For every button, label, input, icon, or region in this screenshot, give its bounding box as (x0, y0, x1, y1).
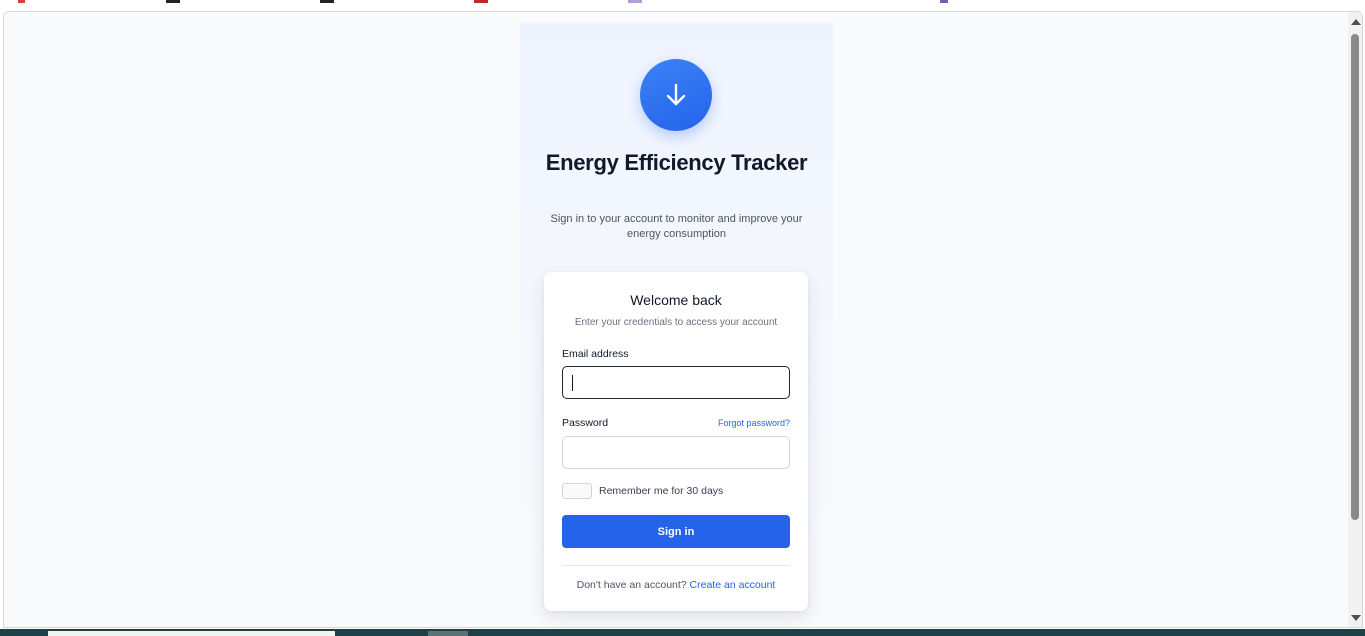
tab-favicon[interactable] (628, 0, 642, 3)
arrow-down-icon (666, 83, 686, 106)
tab-favicon[interactable] (940, 0, 948, 3)
tab-favicon[interactable] (166, 0, 180, 3)
card-title: Welcome back (630, 292, 722, 308)
password-label: Password (562, 417, 609, 429)
browser-tab-strip (0, 0, 1365, 11)
create-account-link[interactable]: Create an account (690, 579, 776, 591)
vertical-scrollbar[interactable] (1348, 12, 1362, 627)
scroll-down-icon[interactable] (1351, 615, 1361, 621)
remember-me-label[interactable]: Remember me for 30 days (599, 485, 723, 497)
forgot-password-link[interactable]: Forgot password? (718, 418, 790, 428)
login-column: Energy Efficiency Tracker Sign in to you… (520, 23, 833, 627)
password-field[interactable] (562, 436, 790, 469)
taskbar-item[interactable] (48, 631, 335, 636)
text-caret (572, 375, 573, 391)
browser-viewport: Energy Efficiency Tracker Sign in to you… (3, 11, 1363, 628)
login-card: Welcome back Enter your credentials to a… (544, 272, 808, 611)
card-subtitle: Enter your credentials to access your ac… (574, 317, 778, 328)
tab-favicon[interactable] (18, 0, 25, 3)
app-title: Energy Efficiency Tracker (545, 150, 808, 175)
taskbar-item[interactable] (428, 631, 468, 636)
login-page: Energy Efficiency Tracker Sign in to you… (4, 12, 1350, 627)
taskbar (0, 629, 1365, 636)
divider (562, 565, 790, 566)
tab-favicon[interactable] (320, 0, 334, 3)
signup-prompt: Don't have an account? Create an account (544, 579, 808, 591)
signup-prompt-text: Don't have an account? (576, 579, 687, 591)
scroll-up-icon[interactable] (1351, 19, 1361, 25)
sign-in-button[interactable]: Sign in (562, 515, 790, 548)
email-label: Email address (562, 348, 629, 360)
scroll-thumb[interactable] (1351, 34, 1359, 520)
app-subtitle: Sign in to your account to monitor and i… (550, 213, 803, 240)
tab-favicon[interactable] (474, 0, 488, 3)
app-logo (640, 59, 712, 131)
email-field[interactable] (562, 366, 790, 399)
remember-me-checkbox[interactable] (562, 483, 592, 499)
